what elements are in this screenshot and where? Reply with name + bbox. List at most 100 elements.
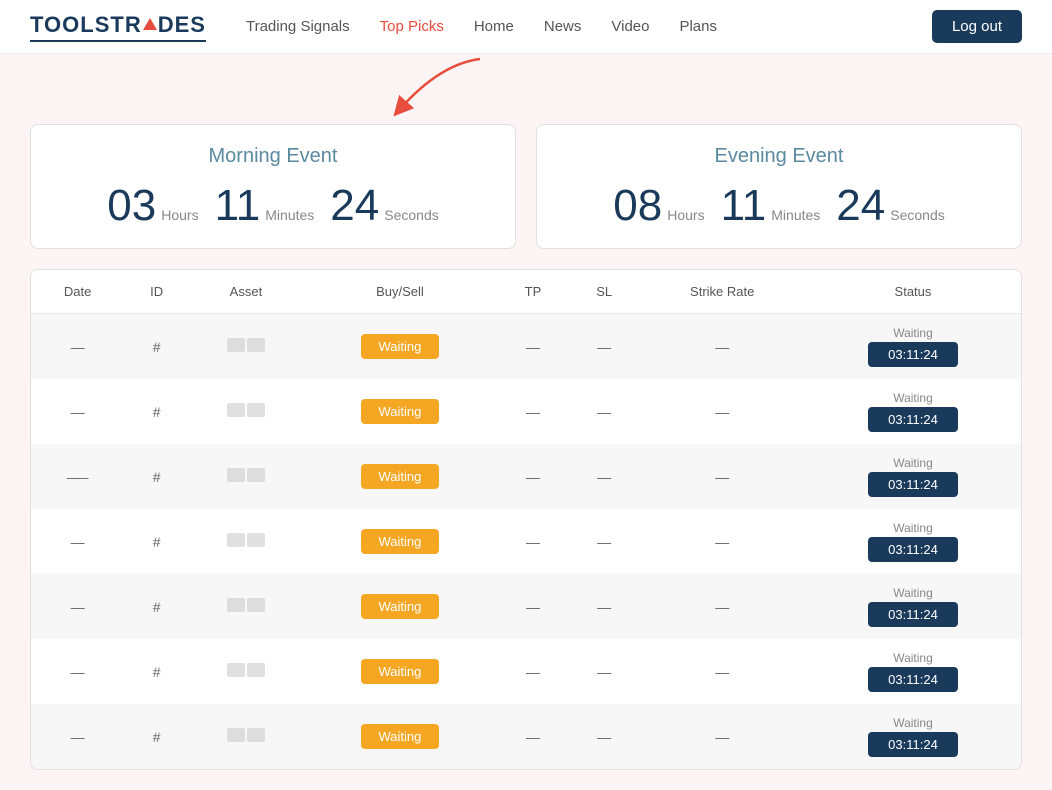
cell-status: Waiting 03:11:24: [805, 509, 1021, 574]
cell-sl: —: [569, 509, 640, 574]
cell-id: #: [124, 509, 189, 574]
waiting-badge: Waiting: [361, 659, 440, 684]
evening-event-title: Evening Event: [567, 145, 991, 168]
status-time-badge: 03:11:24: [868, 537, 958, 562]
evening-hours-unit: 08 Hours: [613, 184, 704, 228]
cell-tp: —: [497, 509, 569, 574]
cell-status: Waiting 03:11:24: [805, 574, 1021, 639]
cell-asset: [189, 704, 303, 769]
cell-date: —: [31, 574, 124, 639]
table-row: — # Waiting — — — Waiting 03:11:24: [31, 379, 1021, 444]
waiting-badge: Waiting: [361, 464, 440, 489]
asset-icon: [227, 533, 265, 547]
waiting-badge: Waiting: [361, 594, 440, 619]
waiting-badge: Waiting: [361, 724, 440, 749]
cell-buysell: Waiting: [303, 704, 497, 769]
nav-top-picks[interactable]: Top Picks: [380, 18, 444, 35]
table-header-row: Date ID Asset Buy/Sell TP SL Strike Rate…: [31, 270, 1021, 314]
col-tp: TP: [497, 270, 569, 314]
evening-seconds-value: 24: [836, 184, 885, 228]
table-row: — # Waiting — — — Waiting 03:11:24: [31, 314, 1021, 380]
cell-date: —: [31, 704, 124, 769]
asset-icon: [227, 403, 265, 417]
evening-event-timer: 08 Hours 11 Minutes 24 Seconds: [567, 184, 991, 228]
evening-event-card: Evening Event 08 Hours 11 Minutes 24 Sec…: [536, 124, 1022, 249]
nav-home[interactable]: Home: [474, 18, 514, 35]
cell-tp: —: [497, 639, 569, 704]
col-strike-rate: Strike Rate: [639, 270, 805, 314]
cell-status: Waiting 03:11:24: [805, 379, 1021, 444]
table-row: — # Waiting — — — Waiting 03:11:24: [31, 639, 1021, 704]
cell-strike: —: [639, 379, 805, 444]
col-id: ID: [124, 270, 189, 314]
status-cell: Waiting 03:11:24: [815, 716, 1011, 757]
nav-news[interactable]: News: [544, 18, 582, 35]
nav-links: Trading Signals Top Picks Home News Vide…: [246, 18, 932, 35]
cell-status: Waiting 03:11:24: [805, 639, 1021, 704]
status-time-badge: 03:11:24: [868, 407, 958, 432]
morning-hours-label: Hours: [161, 207, 198, 223]
nav-trading-signals[interactable]: Trading Signals: [246, 18, 350, 35]
asset-icon: [227, 468, 265, 482]
status-cell: Waiting 03:11:24: [815, 651, 1011, 692]
evening-hours-value: 08: [613, 184, 662, 228]
asset-icon: [227, 338, 265, 352]
cell-tp: —: [497, 444, 569, 509]
cell-id: #: [124, 444, 189, 509]
cell-sl: —: [569, 639, 640, 704]
status-time-badge: 03:11:24: [868, 667, 958, 692]
waiting-badge: Waiting: [361, 399, 440, 424]
col-buysell: Buy/Sell: [303, 270, 497, 314]
cell-buysell: Waiting: [303, 444, 497, 509]
table-row: — # Waiting — — — Waiting 03:11:24: [31, 704, 1021, 769]
morning-minutes-unit: 11 Minutes: [215, 184, 315, 228]
cell-buysell: Waiting: [303, 574, 497, 639]
morning-hours-unit: 03 Hours: [107, 184, 198, 228]
morning-event-card: Morning Event 03 Hours 11 Minutes 24 Sec…: [30, 124, 516, 249]
logout-button[interactable]: Log out: [932, 10, 1022, 43]
cell-tp: —: [497, 704, 569, 769]
status-waiting-text: Waiting: [893, 326, 933, 340]
table-row: — # Waiting — — — Waiting 03:11:24: [31, 509, 1021, 574]
cell-strike: —: [639, 314, 805, 380]
status-waiting-text: Waiting: [893, 586, 933, 600]
status-cell: Waiting 03:11:24: [815, 521, 1011, 562]
nav-plans[interactable]: Plans: [679, 18, 717, 35]
navbar: TOOLSTRDES Trading Signals Top Picks Hom…: [0, 0, 1052, 54]
arrow-annotation-area: [0, 54, 1052, 114]
cell-sl: —: [569, 444, 640, 509]
status-waiting-text: Waiting: [893, 716, 933, 730]
cell-tp: —: [497, 574, 569, 639]
waiting-badge: Waiting: [361, 529, 440, 554]
arrow-icon: [380, 54, 500, 119]
status-cell: Waiting 03:11:24: [815, 586, 1011, 627]
status-time-badge: 03:11:24: [868, 602, 958, 627]
nav-video[interactable]: Video: [611, 18, 649, 35]
cell-sl: —: [569, 704, 640, 769]
cell-asset: [189, 574, 303, 639]
status-waiting-text: Waiting: [893, 521, 933, 535]
evening-minutes-label: Minutes: [771, 207, 820, 223]
cell-asset: [189, 509, 303, 574]
evening-minutes-value: 11: [721, 184, 767, 228]
cell-id: #: [124, 704, 189, 769]
cell-status: Waiting 03:11:24: [805, 314, 1021, 380]
status-time-badge: 03:11:24: [868, 732, 958, 757]
morning-seconds-unit: 24 Seconds: [330, 184, 438, 228]
cell-date: —: [31, 639, 124, 704]
cell-strike: —: [639, 574, 805, 639]
status-cell: Waiting 03:11:24: [815, 456, 1011, 497]
cell-id: #: [124, 574, 189, 639]
cell-date: —: [31, 379, 124, 444]
table-section: Date ID Asset Buy/Sell TP SL Strike Rate…: [0, 269, 1052, 790]
morning-minutes-label: Minutes: [265, 207, 314, 223]
cell-buysell: Waiting: [303, 314, 497, 380]
evening-seconds-label: Seconds: [890, 207, 944, 223]
cell-date: —: [31, 314, 124, 380]
cell-buysell: Waiting: [303, 509, 497, 574]
cell-strike: —: [639, 639, 805, 704]
table-row: — # Waiting — — — Waiting 03:11:24: [31, 574, 1021, 639]
cell-asset: [189, 444, 303, 509]
col-sl: SL: [569, 270, 640, 314]
evening-seconds-unit: 24 Seconds: [836, 184, 944, 228]
